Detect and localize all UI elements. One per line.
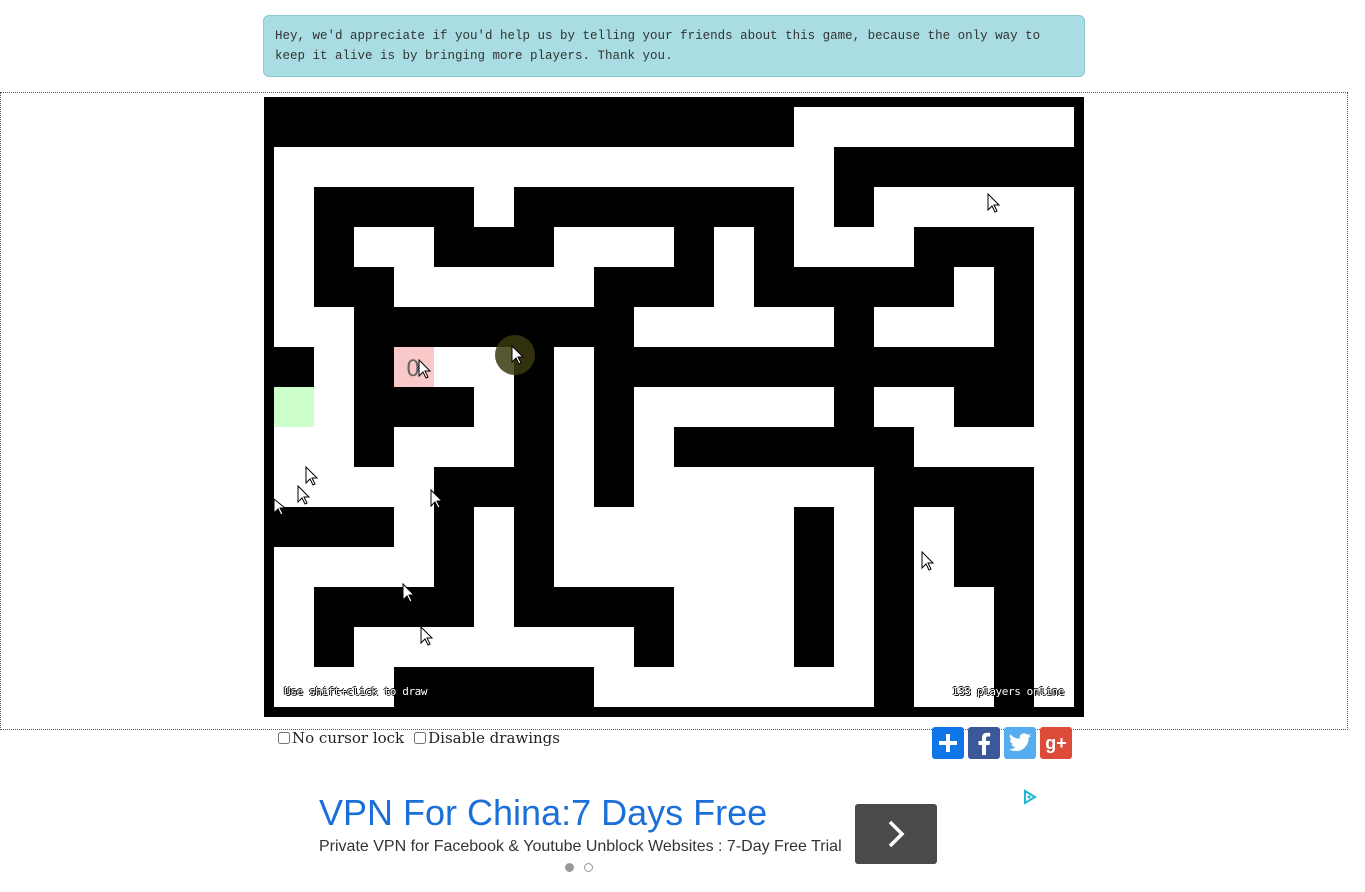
no-cursor-lock-option[interactable]: No cursor lock: [278, 729, 404, 747]
path-left-col: [274, 147, 314, 347]
share-google-plus-button[interactable]: g+: [1040, 727, 1072, 759]
path-w: [914, 507, 954, 707]
path-d: [714, 227, 754, 307]
path-aj: [554, 347, 594, 387]
path-g: [634, 307, 834, 347]
path-top-right: [794, 107, 1074, 147]
path-al: [474, 387, 514, 467]
path-e: [794, 227, 914, 267]
ad-description[interactable]: Private VPN for Facebook & Youtube Unblo…: [319, 838, 842, 856]
disable-drawings-label: Disable drawings: [428, 729, 560, 747]
twitter-icon: [1008, 733, 1031, 751]
path-row-1: [274, 147, 834, 187]
path-h: [874, 307, 994, 347]
share-facebook-button[interactable]: [968, 727, 1000, 759]
maze-paths: [274, 107, 1074, 707]
share-add-button[interactable]: [932, 727, 964, 759]
add-icon: [939, 734, 957, 752]
path-an: [714, 587, 754, 707]
path-r: [914, 427, 1034, 467]
path-i: [314, 307, 354, 427]
path-af: [354, 627, 634, 667]
path-x: [274, 547, 434, 587]
ad-pager-dot-active[interactable]: [565, 863, 574, 872]
path-a: [354, 227, 434, 267]
disable-drawings-option[interactable]: Disable drawings: [414, 729, 560, 747]
path-notch-1: [474, 187, 514, 227]
path-p: [274, 427, 354, 467]
notice-banner: Hey, we'd appreciate if you'd help us by…: [263, 15, 1085, 77]
facebook-icon: [978, 732, 991, 755]
ad-title[interactable]: VPN For China:7 Days Free: [319, 792, 767, 834]
path-ah: [594, 667, 714, 707]
path-f: [954, 267, 994, 307]
path-b: [394, 267, 594, 307]
path-t: [634, 467, 874, 507]
google-plus-icon: g+: [1045, 732, 1067, 753]
no-cursor-lock-label: No cursor lock: [292, 729, 405, 747]
ad-pager-dot[interactable]: [584, 863, 593, 872]
share-buttons: g+: [932, 727, 1072, 759]
maze-board[interactable]: 0 Use shift+click to draw 133 players on…: [264, 97, 1084, 717]
player-level: 0: [406, 357, 420, 382]
path-v: [834, 507, 874, 547]
no-cursor-lock-checkbox[interactable]: [278, 732, 290, 744]
chevron-right-icon: [888, 820, 905, 848]
path-o: [874, 387, 954, 427]
maze-svg[interactable]: 0: [264, 97, 1084, 717]
ad-choices-icon[interactable]: [1022, 789, 1038, 809]
path-ai: [754, 667, 874, 707]
path-c: [554, 227, 674, 267]
path-am: [594, 507, 794, 547]
players-online: 133 players online: [951, 685, 1064, 698]
game-options: No cursor lock Disable drawings: [278, 729, 568, 747]
path-right-col: [1034, 187, 1074, 707]
draw-hint: Use shift+click to draw: [284, 685, 428, 698]
ad-pager: [565, 863, 593, 872]
disable-drawings-checkbox[interactable]: [414, 732, 427, 744]
goal-tile: [274, 387, 314, 427]
share-twitter-button[interactable]: [1004, 727, 1036, 759]
ad-next-button[interactable]: [855, 804, 937, 864]
